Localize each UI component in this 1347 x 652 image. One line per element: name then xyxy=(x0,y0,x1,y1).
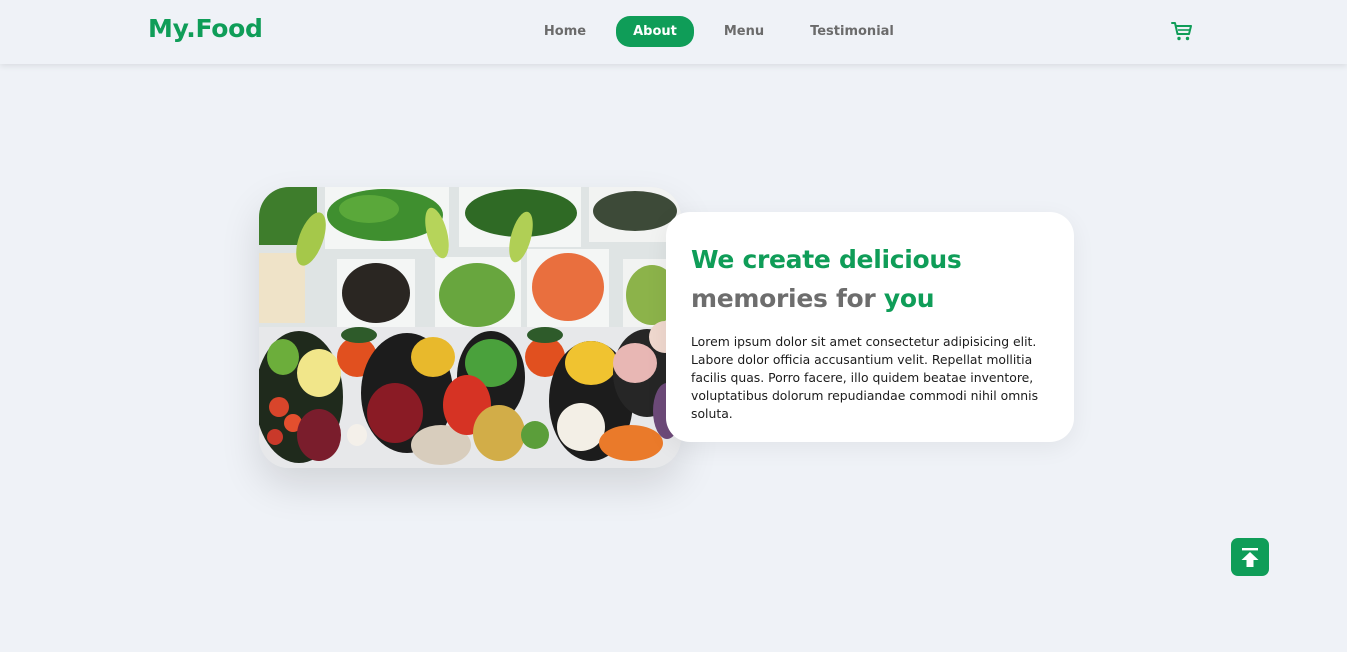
headline-part-4: you xyxy=(883,284,935,313)
about-description: Lorem ipsum dolor sit amet consectetur a… xyxy=(691,334,1039,421)
scroll-to-top-button[interactable] xyxy=(1231,538,1269,576)
arrow-up-to-top-icon xyxy=(1241,548,1259,567)
main-nav: Home About Menu Testimonial xyxy=(0,16,1347,47)
headline-part-2: delicious xyxy=(838,245,962,274)
headline-part-1: We create xyxy=(691,245,839,274)
food-photo xyxy=(259,187,681,468)
headline-part-3: memories for xyxy=(691,284,884,313)
nav-testimonial[interactable]: Testimonial xyxy=(804,16,900,47)
about-headline: We create delicious memories for you xyxy=(691,240,1048,318)
nav-menu[interactable]: Menu xyxy=(716,16,772,47)
site-header: My.Food Home About Menu Testimonial xyxy=(0,0,1347,64)
about-card: We create delicious memories for you Lor… xyxy=(666,212,1074,442)
shopping-cart-icon[interactable] xyxy=(1170,19,1194,43)
nav-home[interactable]: Home xyxy=(536,16,594,47)
nav-about[interactable]: About xyxy=(616,16,694,47)
